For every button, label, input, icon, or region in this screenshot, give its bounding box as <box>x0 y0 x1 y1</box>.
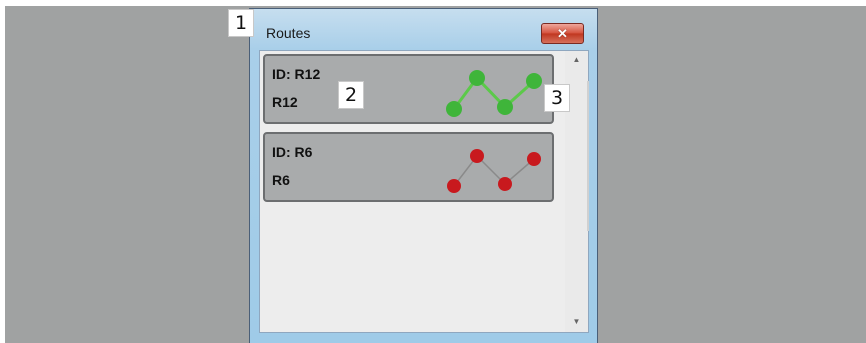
route-node <box>470 149 484 163</box>
route-id: ID: R12 <box>272 66 321 82</box>
scroll-up-icon[interactable]: ▲ <box>565 55 588 64</box>
close-icon: ✕ <box>557 25 568 41</box>
route-node <box>497 99 513 115</box>
route-node <box>527 152 541 166</box>
route-name: R6 <box>272 172 290 188</box>
close-button[interactable]: ✕ <box>541 23 584 44</box>
route-icon <box>447 149 541 193</box>
callout-3: 3 <box>544 84 570 112</box>
route-node <box>446 101 462 117</box>
route-id: ID: R6 <box>272 144 313 160</box>
route-node <box>498 177 512 191</box>
scroll-track <box>587 81 589 231</box>
window-title: Routes <box>266 25 311 41</box>
scroll-down-icon[interactable]: ▼ <box>565 317 588 326</box>
route-name: R12 <box>272 94 298 110</box>
route-card-r6[interactable]: ID: R6 R6 <box>263 132 554 202</box>
callout-1: 1 <box>228 9 254 37</box>
callout-2: 2 <box>338 81 364 109</box>
route-card-r12[interactable]: ID: R12 R12 <box>263 54 554 124</box>
route-icon <box>446 70 542 117</box>
route-node <box>526 73 542 89</box>
route-node <box>447 179 461 193</box>
route-node <box>469 70 485 86</box>
